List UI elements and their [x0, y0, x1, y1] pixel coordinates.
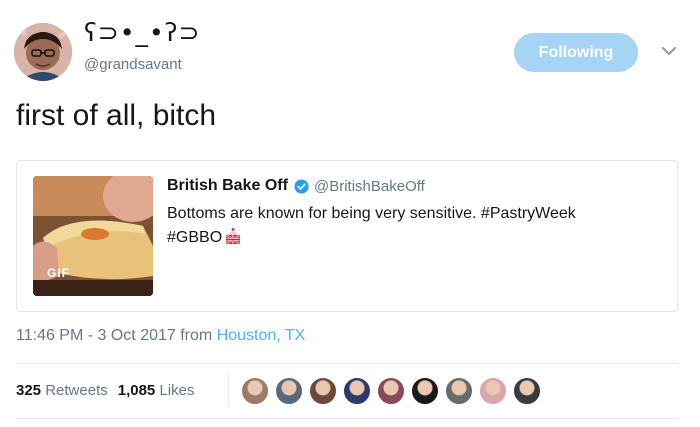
retweets-label: Retweets — [45, 382, 108, 399]
gbbo-hashtag[interactable]: #GBBO — [167, 229, 222, 246]
quoted-tweet-card[interactable]: GIF British Bake Off @BritishBakeOff Bot… — [16, 160, 678, 312]
tweet-time[interactable]: 11:46 PM - 3 Oct 2017 from — [16, 327, 217, 344]
retweets-count: 325 — [16, 382, 42, 399]
verified-badge-icon — [294, 179, 309, 194]
likes-stat[interactable]: 1,085 Likes — [118, 382, 195, 399]
liker-avatar[interactable] — [377, 377, 405, 405]
divider — [16, 418, 678, 419]
liker-avatar[interactable] — [479, 377, 507, 405]
liker-avatar[interactable] — [241, 377, 269, 405]
divider — [16, 363, 678, 364]
quoted-gif-media[interactable]: GIF — [33, 176, 153, 296]
stats-separator — [228, 373, 229, 407]
tweet-timestamp: 11:46 PM - 3 Oct 2017 from Houston, TX — [16, 327, 305, 345]
author-display-name[interactable]: ʕ⊃•_•ʔ⊃ — [84, 18, 200, 47]
chevron-down-icon[interactable] — [660, 44, 678, 58]
tweet-text: first of all, bitch — [16, 99, 217, 132]
author-avatar[interactable] — [14, 23, 72, 81]
quoted-author-handle[interactable]: @BritishBakeOff — [314, 178, 425, 195]
liker-avatar[interactable] — [445, 377, 473, 405]
quoted-tweet-text: Bottoms are known for being very sensiti… — [167, 202, 637, 250]
liker-avatar[interactable] — [309, 377, 337, 405]
tweet-location[interactable]: Houston, TX — [217, 327, 306, 344]
user-avatar-icon — [14, 23, 72, 81]
likes-count: 1,085 — [117, 382, 156, 399]
retweets-stat[interactable]: 325 Retweets — [16, 382, 108, 399]
quoted-text-line-1: Bottoms are known for being very sensiti… — [167, 205, 576, 222]
gbbo-flag-cake-emoji-icon — [225, 228, 241, 245]
likes-label: Likes — [159, 382, 195, 399]
gif-badge: GIF — [47, 266, 70, 280]
quoted-author-name[interactable]: British Bake Off — [167, 177, 288, 195]
quoted-text-line-2: #GBBO — [167, 226, 637, 250]
liker-avatar[interactable] — [275, 377, 303, 405]
liker-avatar[interactable] — [343, 377, 371, 405]
engagement-stats: 325 Retweets 1,085 Likes — [16, 382, 194, 399]
liker-avatar[interactable] — [513, 377, 541, 405]
following-button[interactable]: Following — [514, 33, 638, 72]
author-handle[interactable]: @grandsavant — [84, 56, 182, 73]
liker-avatar[interactable] — [411, 377, 439, 405]
